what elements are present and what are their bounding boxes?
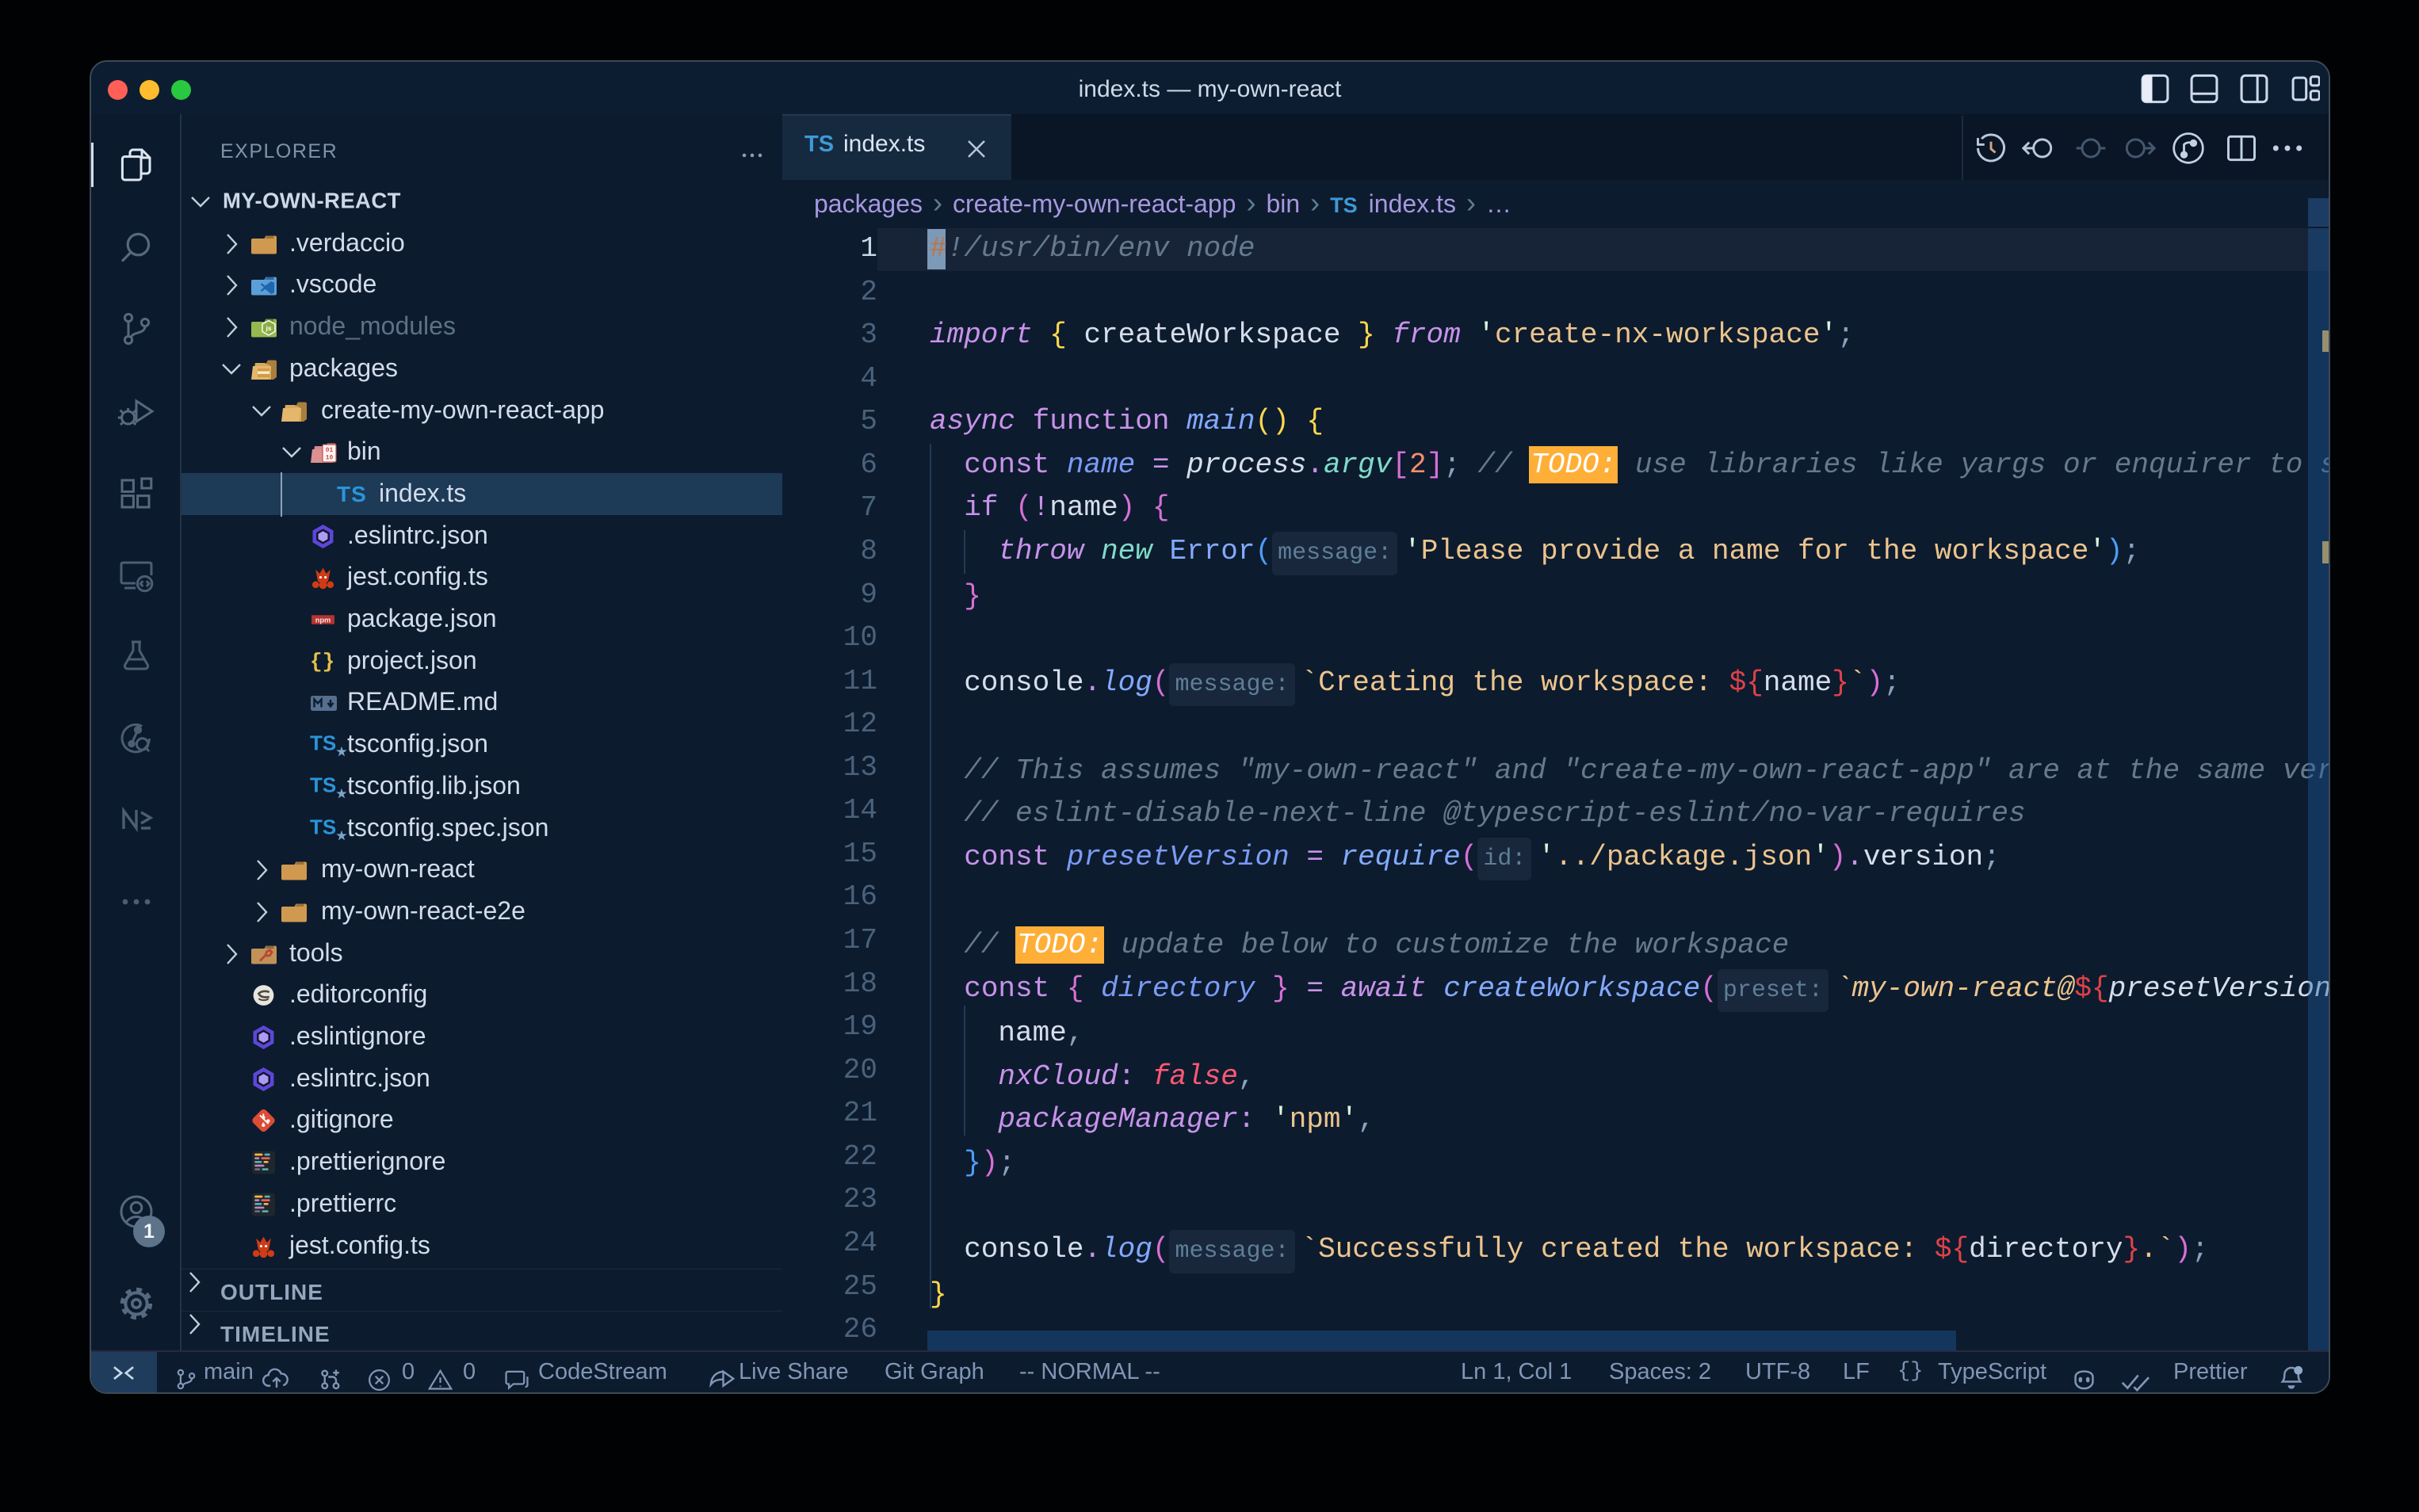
svg-text:01: 01	[326, 447, 334, 454]
svg-text:npm: npm	[315, 617, 331, 624]
svg-text:10: 10	[326, 455, 334, 462]
svg-text:js: js	[265, 324, 271, 332]
